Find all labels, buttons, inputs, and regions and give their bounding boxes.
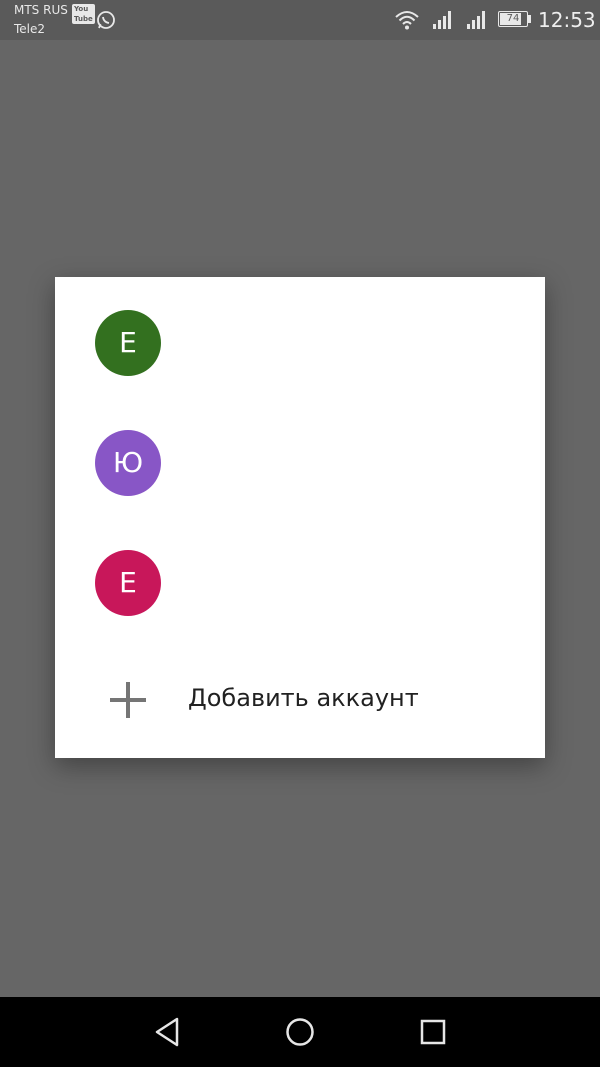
account-row[interactable]: E [55, 523, 545, 633]
plus-icon [110, 682, 146, 718]
avatar: E [95, 550, 161, 616]
youtube-badge-icon: You Tube [72, 4, 95, 24]
battery-level: 74 [506, 13, 520, 24]
clock: 12:53 [538, 8, 596, 32]
battery-icon: 74 [498, 11, 528, 27]
home-icon[interactable] [285, 1017, 315, 1047]
account-picker-dialog: E Ю E Добавить аккаунт [55, 277, 545, 758]
account-row[interactable]: Ю [55, 403, 545, 513]
navigation-bar [0, 997, 600, 1067]
recent-apps-icon[interactable] [418, 1017, 448, 1047]
whatsapp-icon [97, 11, 115, 29]
status-bar: MTS RUS You Tube Tele2 74 12:53 [0, 0, 600, 40]
wifi-icon [395, 11, 419, 30]
add-account-label: Добавить аккаунт [188, 684, 419, 712]
signal-icon [433, 11, 451, 29]
account-row[interactable]: E [55, 283, 545, 393]
add-account-button[interactable]: Добавить аккаунт [55, 644, 545, 754]
battery-tip [528, 15, 531, 23]
carrier-primary: MTS RUS [14, 3, 68, 17]
avatar: E [95, 310, 161, 376]
back-icon[interactable] [152, 1017, 182, 1047]
carrier-secondary: Tele2 [14, 22, 46, 36]
avatar: Ю [95, 430, 161, 496]
signal-icon [467, 11, 485, 29]
